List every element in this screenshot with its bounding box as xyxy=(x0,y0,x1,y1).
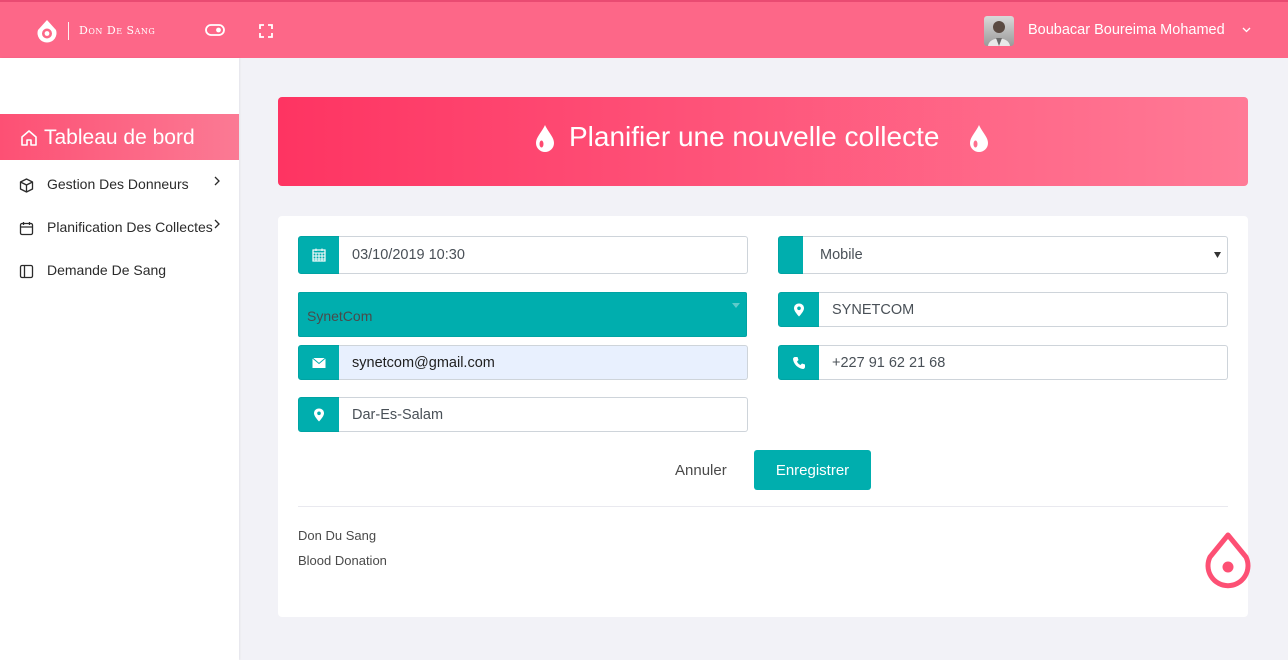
datetime-input[interactable]: 03/10/2019 10:30 xyxy=(339,236,748,274)
location-name-input[interactable]: SYNETCOM xyxy=(819,292,1228,327)
user-avatar[interactable] xyxy=(984,16,1014,46)
collection-type-value: Mobile xyxy=(820,247,863,263)
fullscreen-icon[interactable] xyxy=(259,24,273,38)
collection-type-select[interactable]: Mobile xyxy=(803,236,1228,274)
home-icon xyxy=(21,130,37,146)
sidebar-item-label: Planification Des Collectes xyxy=(47,219,213,235)
email-addon xyxy=(298,345,340,380)
sidebar: Tableau de bord Gestion Des Donneurs Pla… xyxy=(0,58,239,660)
address-addon xyxy=(298,397,340,432)
envelope-icon xyxy=(312,357,326,368)
blood-drop-icon xyxy=(536,125,554,152)
toggle-sidebar-icon[interactable] xyxy=(205,23,225,37)
save-button[interactable]: Enregistrer xyxy=(754,450,871,490)
address-field: Dar-Es-Salam xyxy=(298,397,748,432)
datetime-field: 03/10/2019 10:30 xyxy=(298,236,748,274)
chevron-down-icon xyxy=(732,303,740,308)
chevron-down-icon xyxy=(1214,252,1221,258)
footer-line-1: Don Du Sang xyxy=(298,528,377,543)
location-name-addon xyxy=(778,292,820,327)
sidebar-item-label: Gestion Des Donneurs xyxy=(47,176,189,192)
footer-line-2: Blood Donation xyxy=(298,553,387,568)
brand-separator xyxy=(68,22,69,40)
phone-input[interactable]: +227 91 62 21 68 xyxy=(819,345,1228,380)
page-title: Planifier une nouvelle collecte xyxy=(569,121,940,152)
blood-drop-logo-icon[interactable] xyxy=(36,19,58,43)
user-name[interactable]: Boubacar Boureima Mohamed xyxy=(1028,22,1225,38)
sidebar-item-collections[interactable]: Planification Des Collectes xyxy=(0,213,239,243)
brand-name[interactable]: Don De Sang xyxy=(79,24,155,37)
map-pin-icon xyxy=(314,408,324,421)
chevron-right-icon xyxy=(214,176,220,186)
box-icon xyxy=(19,178,34,193)
calendar-icon xyxy=(312,248,326,262)
cancel-button[interactable]: Annuler xyxy=(675,462,727,479)
top-navbar: Don De Sang Boubacar Boureima Mohamed xyxy=(0,0,1288,58)
divider xyxy=(298,506,1228,507)
layout-icon xyxy=(19,264,34,279)
sidebar-item-label: Demande De Sang xyxy=(47,262,167,278)
chevron-down-icon[interactable] xyxy=(1242,27,1251,33)
sidebar-item-blood-request[interactable]: Demande De Sang xyxy=(0,256,239,286)
blood-drop-logo-icon xyxy=(1205,532,1251,589)
page-title-banner: Planifier une nouvelle collecte xyxy=(278,97,1248,186)
blood-drop-icon xyxy=(970,125,988,152)
collection-type-addon xyxy=(778,236,804,274)
chevron-right-icon xyxy=(214,219,220,229)
email-input[interactable]: synetcom@gmail.com xyxy=(339,345,748,380)
collection-form-card: 03/10/2019 10:30 Mobile SynetCom SYNETCO… xyxy=(278,216,1251,617)
sidebar-item-donors[interactable]: Gestion Des Donneurs xyxy=(0,170,239,200)
email-field: synetcom@gmail.com xyxy=(298,345,748,380)
organisation-value: SynetCom xyxy=(307,308,373,324)
phone-icon xyxy=(793,356,805,369)
address-input[interactable]: Dar-Es-Salam xyxy=(339,397,748,432)
phone-field: +227 91 62 21 68 xyxy=(778,345,1228,380)
sidebar-item-label: Tableau de bord xyxy=(44,126,195,149)
location-name-field: SYNETCOM xyxy=(778,292,1228,327)
organisation-select[interactable]: SynetCom xyxy=(298,292,747,337)
calendar-icon xyxy=(19,222,34,236)
map-pin-icon xyxy=(794,303,804,316)
phone-addon xyxy=(778,345,820,380)
collection-type-field: Mobile xyxy=(778,236,1228,274)
datetime-addon xyxy=(298,236,340,274)
sidebar-item-dashboard[interactable]: Tableau de bord xyxy=(0,114,239,160)
